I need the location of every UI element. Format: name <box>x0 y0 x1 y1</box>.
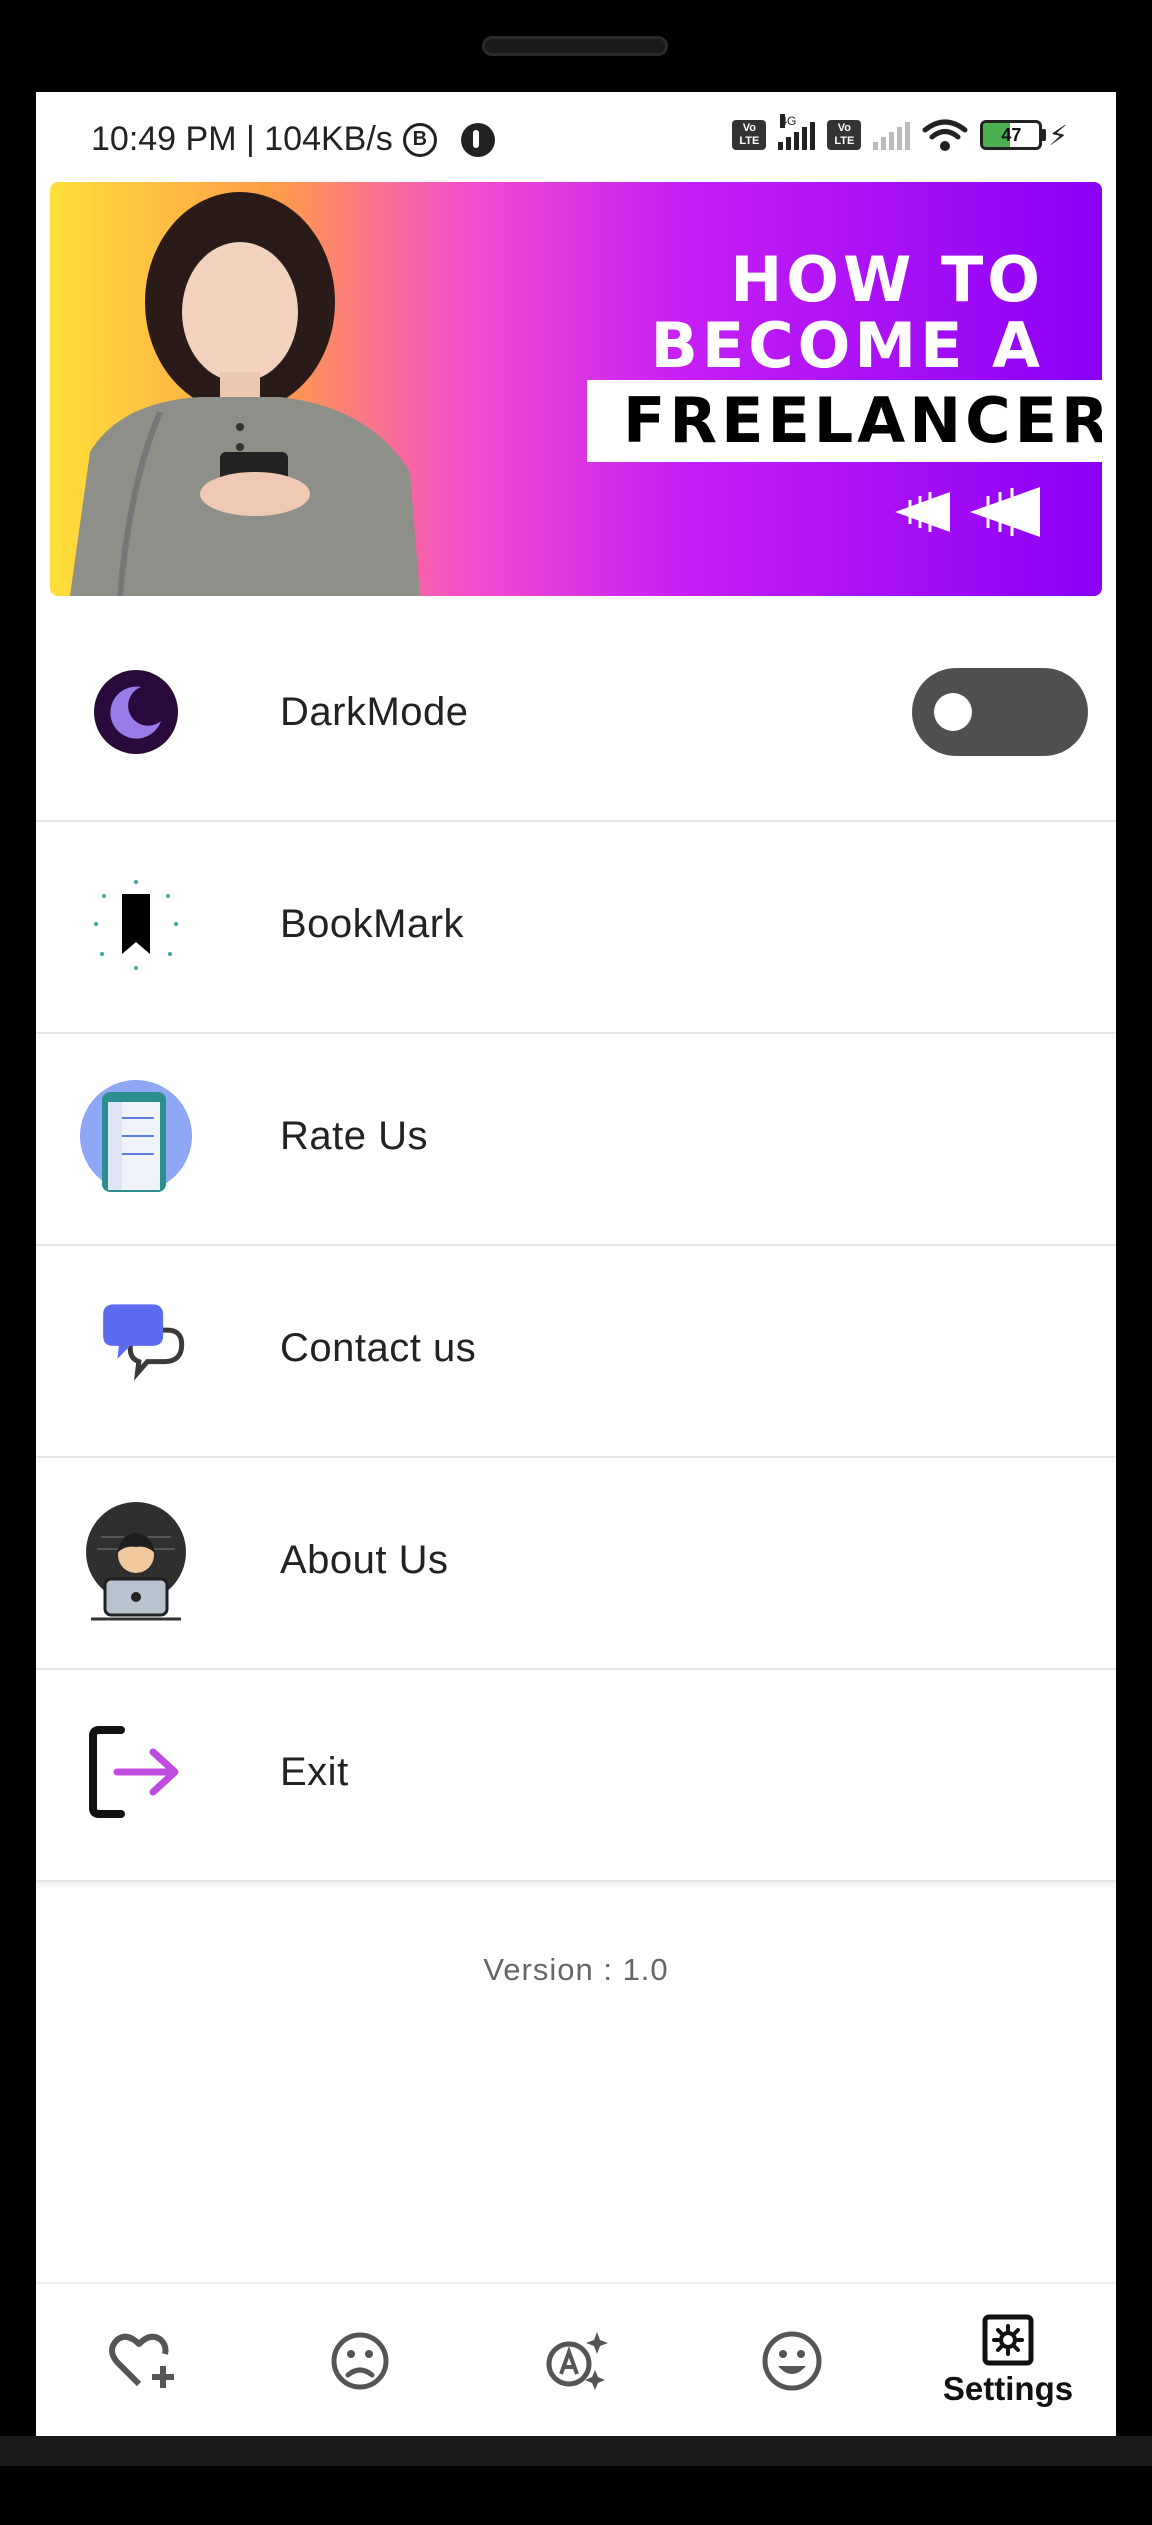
network-type-label: 4G <box>780 114 797 128</box>
volte-icon-2: Vo LTE <box>827 120 862 150</box>
darkmode-label: DarkMode <box>280 690 469 734</box>
nav-favorites[interactable] <box>36 2284 252 2436</box>
bookmark-icon <box>76 864 196 984</box>
settings-item-rate-us[interactable]: Rate Us <box>36 1034 1116 1246</box>
b-icon: B <box>402 122 437 157</box>
banner-line-1: HOW TO <box>730 243 1044 316</box>
bottom-bezel-strip <box>0 2436 1152 2466</box>
banner-line-3: FREELANCER <box>623 384 1102 457</box>
charging-icon: ⚡ <box>1048 119 1068 151</box>
rate-phone-icon <box>76 1076 196 1196</box>
exit-arrow-icon <box>76 1712 196 1832</box>
banner-highlight-box: FREELANCER <box>587 380 1102 462</box>
signal-icon-2 <box>873 120 911 150</box>
nav-settings-label: Settings <box>942 2370 1074 2407</box>
status-bar: 10:49 PM | 104KB/s B Vo LTE 4G Vo LTE 47… <box>36 92 1116 188</box>
battery-icon: 47 ⚡ <box>980 119 1068 152</box>
status-left: 10:49 PM | 104KB/s B <box>91 120 495 159</box>
about-us-label: About Us <box>280 1538 449 1582</box>
status-right: Vo LTE 4G Vo LTE 47 ⚡ <box>732 114 1068 152</box>
settings-item-exit[interactable]: Exit <box>36 1670 1116 1882</box>
version-text: Version : 1.0 <box>483 1952 669 1987</box>
earpiece-speaker <box>482 36 668 56</box>
nav-text-ai[interactable] <box>468 2284 684 2436</box>
settings-item-bookmark[interactable]: BookMark <box>36 822 1116 1034</box>
settings-item-contact-us[interactable]: Contact us <box>36 1246 1116 1458</box>
heart-plus-icon <box>109 2333 174 2388</box>
wifi-icon <box>922 119 968 151</box>
app-screen: 10:49 PM | 104KB/s B Vo LTE 4G Vo LTE 47… <box>36 92 1116 2436</box>
contact-us-label: Contact us <box>280 1326 477 1370</box>
nav-settings[interactable]: Settings <box>900 2284 1116 2436</box>
signal-icon: 4G <box>778 114 816 150</box>
rate-us-label: Rate Us <box>280 1114 428 1158</box>
settings-item-darkmode[interactable]: DarkMode <box>36 610 1116 822</box>
moon-icon <box>76 652 196 772</box>
exit-label: Exit <box>280 1750 349 1794</box>
volte-icon: Vo LTE <box>732 120 767 150</box>
phone-frame: 10:49 PM | 104KB/s B Vo LTE 4G Vo LTE 47… <box>0 0 1152 2525</box>
banner-image[interactable]: HOW TO BECOME A FREELANCER <box>50 182 1102 596</box>
toggle-knob <box>934 693 972 731</box>
banner-line-2: BECOME A <box>650 309 1044 382</box>
bookmark-label: BookMark <box>280 902 465 946</box>
nav-happy[interactable] <box>684 2284 900 2436</box>
developer-avatar-icon <box>76 1500 196 1621</box>
nav-sad[interactable] <box>252 2284 468 2436</box>
settings-list: DarkMode BookMark Rate Us Contact us Abo… <box>36 610 1116 1882</box>
status-time-speed: 10:49 PM | 104KB/s <box>91 120 393 158</box>
woman-with-phone-image <box>70 192 420 596</box>
settings-icon <box>982 2314 1034 2366</box>
bottom-navigation: Settings <box>36 2282 1116 2436</box>
settings-item-about-us[interactable]: About Us <box>36 1458 1116 1670</box>
battery-level: 47 <box>1001 125 1022 145</box>
notification-icon <box>460 122 495 157</box>
chat-bubbles-icon <box>76 1288 196 1408</box>
darkmode-toggle[interactable] <box>912 668 1088 756</box>
text-sparkle-icon <box>546 2332 608 2390</box>
happy-face-icon <box>762 2331 822 2391</box>
sad-face-icon <box>331 2332 389 2390</box>
rewind-sound-icon <box>895 487 1040 537</box>
